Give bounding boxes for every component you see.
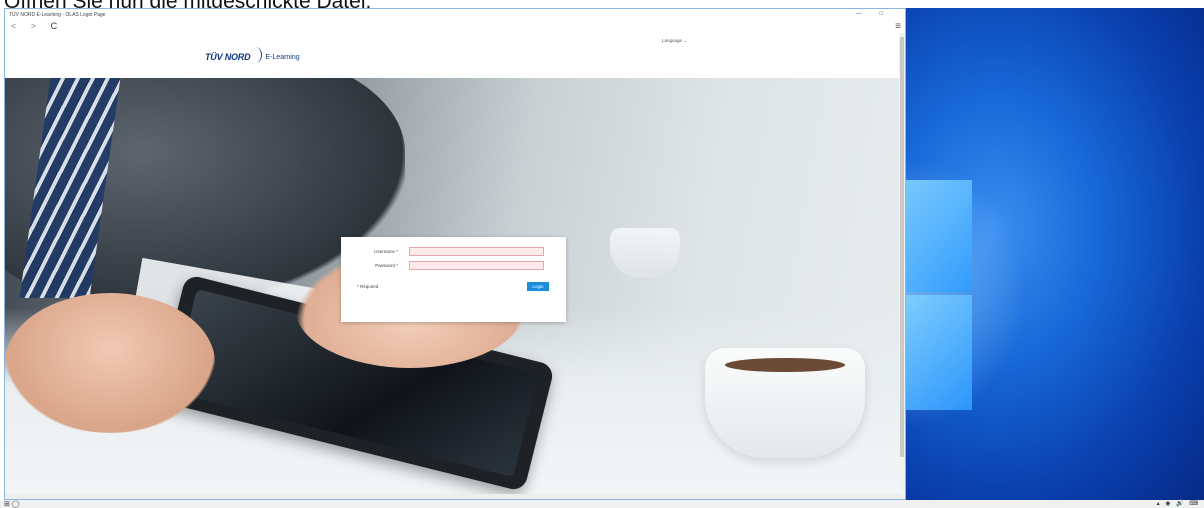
- windows-logo-pane-top: [906, 180, 972, 292]
- logo-product-text: E-Learning: [265, 53, 300, 61]
- language-selector[interactable]: Language ⌄: [662, 38, 687, 44]
- photo-cup-back: [610, 228, 680, 278]
- password-input[interactable]: [409, 261, 544, 270]
- status-bar: [5, 494, 901, 499]
- logo-brand-text: TÜV NORD: [205, 52, 251, 62]
- system-tray-icons[interactable]: ▴ ◉ 🔊 ⌨: [1157, 500, 1200, 507]
- title-bar: TÜV NORD E-Learning - OLAS Login Page — …: [5, 9, 905, 21]
- menu-icon[interactable]: ≡: [895, 21, 901, 32]
- navigation-bar: < > C ≡: [5, 21, 905, 33]
- photo-hand-left: [5, 293, 215, 433]
- taskbar: ⊞ ◯ ▴ ◉ 🔊 ⌨: [0, 500, 1204, 508]
- username-label: Username *: [374, 249, 398, 254]
- photo-coffee: [725, 358, 845, 372]
- photo-coffee-cup: [705, 348, 865, 458]
- scrollbar-thumb[interactable]: [900, 37, 904, 457]
- back-icon[interactable]: <: [11, 21, 22, 31]
- logo-arc-icon: [249, 47, 263, 63]
- tuv-nord-logo[interactable]: TÜV NORD E-Learning: [205, 47, 300, 65]
- browser-window: TÜV NORD E-Learning - OLAS Login Page — …: [4, 8, 906, 500]
- windows-logo-pane-bottom: [906, 295, 972, 410]
- nav-buttons: < > C: [11, 21, 63, 31]
- window-title: TÜV NORD E-Learning - OLAS Login Page: [9, 12, 106, 18]
- login-form: Username * Password * * Required Login: [341, 237, 566, 322]
- password-row: Password *: [341, 261, 566, 273]
- window-controls[interactable]: — □: [856, 11, 891, 17]
- site-header: TÜV NORD E-Learning Language ⌄: [5, 33, 901, 78]
- password-label: Password *: [375, 263, 398, 268]
- forward-icon[interactable]: >: [31, 21, 42, 31]
- username-input[interactable]: [409, 247, 544, 256]
- vertical-scrollbar[interactable]: [899, 33, 905, 499]
- login-button[interactable]: Login: [527, 282, 549, 291]
- desktop-wallpaper: [906, 8, 1204, 500]
- taskbar-start-icons[interactable]: ⊞ ◯: [4, 500, 20, 508]
- required-note: * Required: [357, 284, 379, 289]
- username-row: Username *: [341, 247, 566, 259]
- reload-icon[interactable]: C: [51, 21, 64, 31]
